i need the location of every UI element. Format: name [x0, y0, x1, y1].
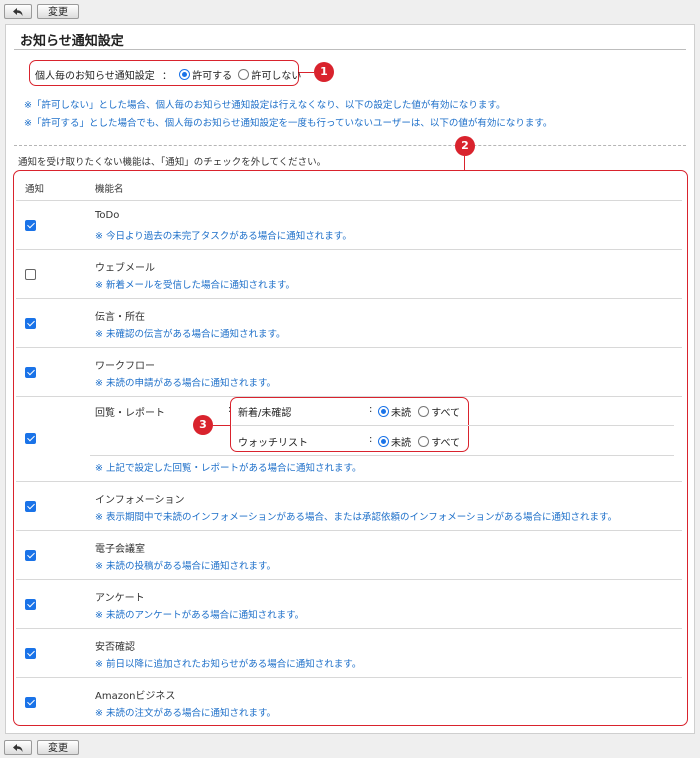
allow-radio[interactable]: 許可する [179, 69, 232, 82]
notify-checkbox-circulation[interactable] [25, 433, 36, 444]
change-button[interactable]: 変更 [37, 4, 79, 19]
personal-setting-row: 個人毎のお知らせ通知設定 ： 許可する 許可しない [35, 67, 301, 82]
callout-3-connector [213, 425, 230, 426]
page-title: お知らせ通知設定 [20, 34, 124, 49]
notify-checkbox-webmail[interactable] [25, 269, 36, 280]
row-divider [16, 298, 682, 299]
feature-desc-message: ※ 未確認の伝言がある場合に通知されます。 [95, 329, 286, 340]
new-unconfirmed-colon: : [369, 404, 373, 415]
watchlist-colon: : [369, 434, 373, 445]
row-divider [16, 530, 682, 531]
instruction-text: 通知を受け取りたくない機能は、「通知」のチェックを外してください。 [18, 157, 327, 168]
feature-name-circulation: 回覧・レポート [95, 408, 165, 419]
feature-name-message: 伝言・所在 [95, 312, 145, 323]
top-toolbar: 変更 [0, 0, 700, 22]
back-button[interactable] [4, 4, 32, 19]
personal-setting-label: 個人毎のお知らせ通知設定 [35, 71, 155, 82]
row-divider [16, 249, 682, 250]
notify-checkbox-message[interactable] [25, 318, 36, 329]
notify-checkbox-amazon[interactable] [25, 697, 36, 708]
radio-unselected-icon [418, 406, 430, 417]
feature-desc-circulation: ※ 上記で設定した回覧・レポートがある場合に通知されます。 [95, 463, 362, 474]
notify-checkbox-conference[interactable] [25, 550, 36, 561]
row-divider [16, 628, 682, 629]
feature-desc-workflow: ※ 未読の申請がある場合に通知されます。 [95, 378, 277, 389]
new-unread-radio[interactable]: 未読 [378, 406, 411, 419]
callout-2-connector [464, 156, 465, 170]
header-feature-name: 機能名 [95, 184, 124, 195]
note-deny: ※「許可しない」とした場合、個人毎のお知らせ通知設定は行えなくなり、以下の設定し… [24, 100, 506, 111]
personal-setting-colon: ： [162, 71, 172, 82]
change-button[interactable]: 変更 [37, 740, 79, 755]
note-allow: ※「許可する」とした場合でも、個人毎のお知らせ通知設定を一度も行っていないユーザ… [24, 118, 553, 129]
feature-name-todo: ToDo [95, 210, 120, 221]
feature-name-safety: 安否確認 [95, 642, 135, 653]
feature-name-webmail: ウェブメール [95, 263, 155, 274]
callout-3-badge: 3 [193, 415, 213, 435]
notify-checkbox-workflow[interactable] [25, 367, 36, 378]
sub-row-divider [232, 425, 674, 426]
header-notify: 通知 [25, 184, 45, 195]
back-arrow-icon [13, 744, 23, 752]
title-divider [14, 49, 686, 50]
sub-row-divider [90, 455, 674, 456]
radio-selected-icon [378, 436, 389, 447]
row-divider [16, 347, 682, 348]
bottom-toolbar: 変更 [0, 736, 700, 758]
radio-selected-icon [378, 406, 389, 417]
watch-unread-radio[interactable]: 未読 [378, 436, 411, 449]
feature-desc-conference: ※ 未読の投稿がある場合に通知されます。 [95, 561, 277, 572]
feature-desc-survey: ※ 未読のアンケートがある場合に通知されます。 [95, 610, 305, 621]
notify-checkbox-survey[interactable] [25, 599, 36, 610]
notify-checkbox-todo[interactable] [25, 220, 36, 231]
feature-name-information: インフォメーション [95, 495, 185, 506]
row-divider [16, 200, 682, 201]
radio-unselected-icon [238, 69, 250, 80]
new-unconfirmed-label: 新着/未確認 [238, 408, 292, 419]
feature-desc-safety: ※ 前日以降に追加されたお知らせがある場合に通知されます。 [95, 659, 362, 670]
callout-2-badge: 2 [455, 136, 475, 156]
feature-desc-information: ※ 表示期間中で未読のインフォメーションがある場合、または承認依頼のインフォメー… [95, 512, 618, 523]
dashed-divider [14, 145, 686, 146]
radio-selected-icon [179, 69, 191, 80]
deny-radio[interactable]: 許可しない [238, 69, 301, 82]
callout-1-badge: 1 [314, 62, 334, 82]
row-divider [16, 579, 682, 580]
new-unconfirmed-options: 未読 すべて [378, 404, 460, 419]
watchlist-label: ウォッチリスト [238, 438, 308, 449]
feature-desc-webmail: ※ 新着メールを受信した場合に通知されます。 [95, 280, 296, 291]
feature-name-amazon: Amazonビジネス [95, 691, 176, 702]
back-button[interactable] [4, 740, 32, 755]
row-divider [16, 677, 682, 678]
feature-name-workflow: ワークフロー [95, 361, 155, 372]
feature-name-survey: アンケート [95, 593, 145, 604]
notify-checkbox-information[interactable] [25, 501, 36, 512]
watchlist-options: 未読 すべて [378, 434, 460, 449]
radio-unselected-icon [418, 436, 430, 447]
feature-name-conference: 電子会議室 [95, 544, 145, 555]
back-arrow-icon [13, 8, 23, 16]
feature-desc-amazon: ※ 未読の注文がある場合に通知されます。 [95, 708, 277, 719]
new-all-radio[interactable]: すべて [418, 406, 460, 419]
watch-all-radio[interactable]: すべて [418, 436, 460, 449]
row-divider [16, 481, 682, 482]
feature-desc-todo: ※ 今日より過去の未完了タスクがある場合に通知されます。 [95, 231, 352, 242]
notify-checkbox-safety[interactable] [25, 648, 36, 659]
